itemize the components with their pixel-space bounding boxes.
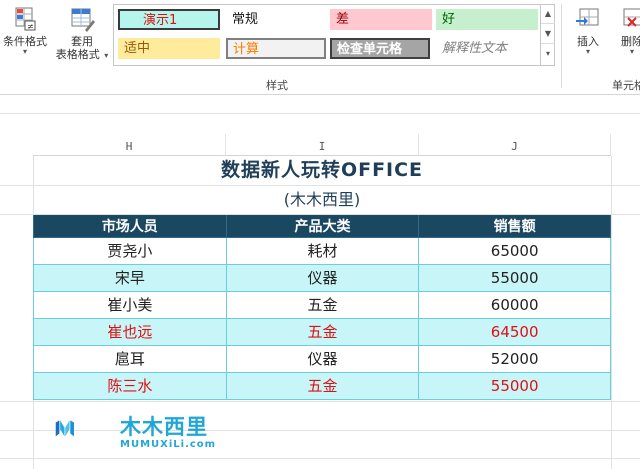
table-row: 宋早 仪器 55000 [33, 264, 611, 292]
table-format-label-line1: 套用 [71, 35, 93, 48]
watermark-name: 木木西里 [120, 415, 208, 439]
row-category[interactable]: 五金 [225, 318, 420, 346]
mumuxili-logo-icon [55, 420, 74, 437]
formula-gap [0, 96, 640, 134]
cell-style-calculation[interactable]: 计算 [226, 38, 326, 59]
row-sales[interactable]: 55000 [418, 372, 611, 400]
table-row: 崔小美 五金 60000 [33, 291, 611, 319]
sales-table: 市场人员 产品大类 销售额 贾尧小 耗材 65000 宋早 仪器 55000 崔小美 五金 60… [33, 215, 611, 400]
row-salesperson[interactable]: 扈耳 [33, 345, 227, 373]
table-header-row: 市场人员 产品大类 销售额 [33, 215, 611, 238]
header-category[interactable]: 产品大类 [225, 215, 420, 238]
svg-text:≠: ≠ [27, 22, 34, 31]
delete-button[interactable]: 删除 ▾ [612, 6, 640, 56]
row-salesperson[interactable]: 崔小美 [33, 291, 227, 319]
row-sales[interactable]: 64500 [418, 318, 611, 346]
insert-button[interactable]: 插入 ▾ [566, 6, 610, 56]
table-format-label-line2: 表格格式 [55, 48, 100, 61]
cell-style-demo1[interactable]: 演示1 [118, 9, 220, 30]
table-body: 贾尧小 耗材 65000 宋早 仪器 55000 崔小美 五金 60000 崔也远 五金 64500 扈… [33, 237, 611, 400]
table-row: 崔也远 五金 64500 [33, 318, 611, 346]
conditional-format-button[interactable]: ≠ 条件格式 ▾ [0, 6, 50, 56]
styles-group-label: 样式 [266, 79, 288, 92]
row-category[interactable]: 耗材 [225, 237, 420, 265]
table-row: 贾尧小 耗材 65000 [33, 237, 611, 265]
scroll-up-icon[interactable]: ▲ [541, 4, 555, 24]
table-format-icon [71, 8, 95, 32]
row-sales[interactable]: 60000 [418, 291, 611, 319]
cells-group-label: 单元格 [612, 79, 640, 92]
delete-cells-icon [623, 8, 640, 27]
row-salesperson[interactable]: 陈三水 [33, 372, 227, 400]
row-sales[interactable]: 52000 [418, 345, 611, 373]
chevron-down-icon: ▾ [629, 47, 634, 56]
row-sales[interactable]: 55000 [418, 264, 611, 292]
header-sales[interactable]: 销售额 [418, 215, 611, 238]
chevron-down-icon: ▾ [104, 51, 109, 60]
gallery-scroller: ▲ ▼ ▾ [540, 4, 555, 66]
row-salesperson[interactable]: 崔也远 [33, 318, 227, 346]
scroll-down-icon[interactable]: ▼ [541, 24, 555, 44]
cell-style-explanatory[interactable]: 解释性文本 [436, 38, 538, 59]
cell-style-neutral[interactable]: 适中 [118, 38, 220, 59]
conditional-format-icon: ≠ [15, 7, 36, 31]
row-category[interactable]: 仪器 [225, 345, 420, 373]
chevron-down-icon: ▾ [585, 47, 590, 56]
table-row: 陈三水 五金 55000 [33, 372, 611, 400]
cell-styles-gallery: 演示1 常规 差 好 适中 计算 检查单元格 解释性文本 [113, 4, 555, 66]
chevron-down-icon: ▾ [22, 47, 27, 56]
row-category[interactable]: 五金 [225, 372, 420, 400]
insert-cells-icon [576, 8, 599, 26]
row-salesperson[interactable]: 贾尧小 [33, 237, 227, 265]
column-header-j[interactable]: J [419, 134, 611, 156]
table-row: 扈耳 仪器 52000 [33, 345, 611, 373]
row-sales[interactable]: 65000 [418, 237, 611, 265]
row-category[interactable]: 仪器 [225, 264, 420, 292]
cell-style-normal[interactable]: 常规 [226, 9, 328, 30]
row-salesperson[interactable]: 宋早 [33, 264, 227, 292]
cell-style-bad[interactable]: 差 [330, 9, 432, 30]
watermark-site: MUMUXiLi.com [120, 439, 217, 450]
ribbon: ≠ 条件格式 ▾ 套用 表格格式 ▾ 演示1 常规 差 好 适中 计算 检查单元… [0, 0, 640, 95]
cell-style-good[interactable]: 好 [436, 9, 538, 30]
table-format-button[interactable]: 套用 表格格式 ▾ [52, 6, 112, 61]
sheet-title: 数据新人玩转OFFICE [220, 159, 424, 181]
group-separator [561, 4, 562, 88]
header-salesperson[interactable]: 市场人员 [33, 215, 227, 238]
column-header-h[interactable]: H [33, 134, 226, 156]
cell-style-check-cell[interactable]: 检查单元格 [330, 38, 430, 59]
row-category[interactable]: 五金 [225, 291, 420, 319]
gallery-more-icon[interactable]: ▾ [541, 44, 555, 64]
column-header-i[interactable]: I [226, 134, 419, 156]
sheet-subtitle: (木木西里) [283, 190, 361, 209]
